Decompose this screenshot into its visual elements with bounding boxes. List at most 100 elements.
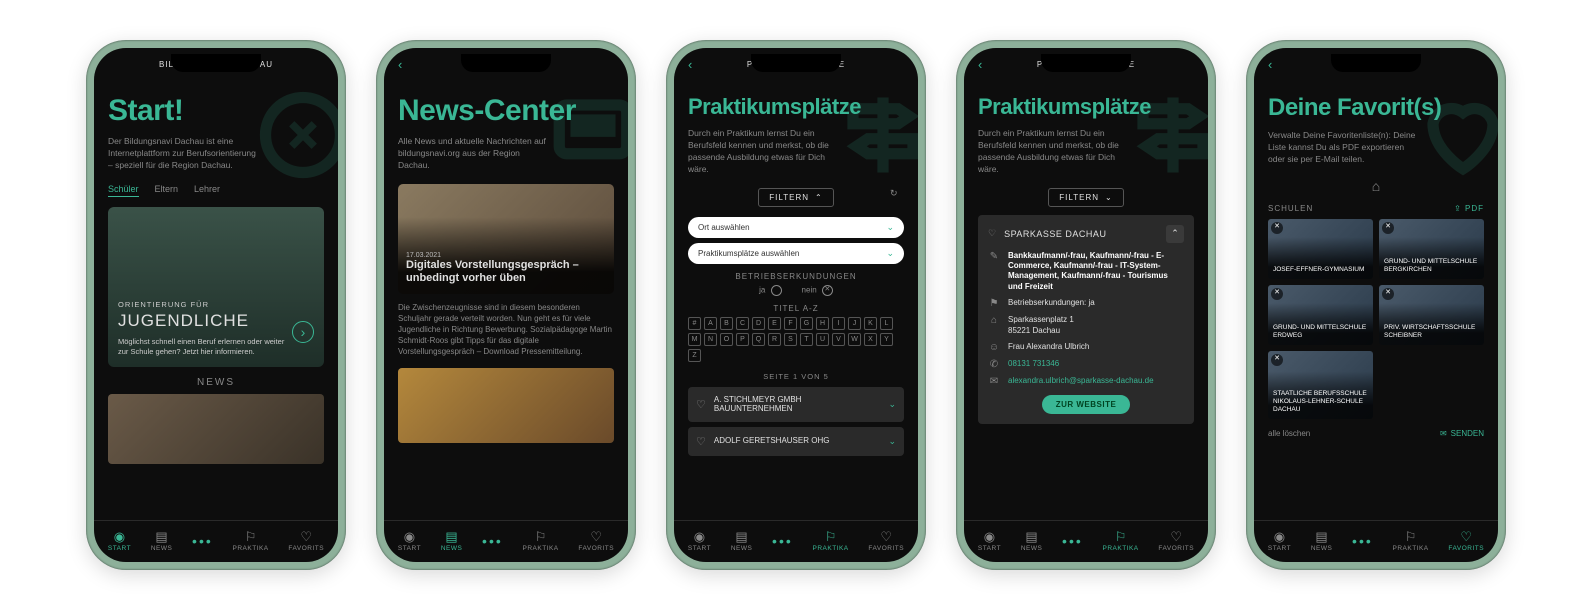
news-secondary-image[interactable]	[398, 368, 614, 443]
filter-toggle-button[interactable]: FILTERN ⌃	[758, 188, 833, 207]
detail-email[interactable]: ✉ alexandra.ulbrich@sparkasse-dachau.de	[988, 376, 1184, 387]
result-row[interactable]: ♡ ADOLF GERETSHAUSER OHG ⌄	[688, 427, 904, 456]
nav-praktika[interactable]: ⚐PRAKTIKA	[813, 529, 849, 552]
close-icon[interactable]: ✕	[1382, 288, 1394, 300]
radio-no[interactable]: nein	[802, 285, 833, 296]
alphabet-letter[interactable]: G	[800, 317, 813, 330]
favorite-card[interactable]: ✕ STAATLICHE BERUFSSCHULE NIKOLAUS-LEHNE…	[1268, 351, 1373, 419]
hero-card[interactable]: ORIENTIERUNG FÜR JUGENDLICHE Möglichst s…	[108, 207, 324, 367]
nav-start[interactable]: ◉START	[688, 529, 711, 552]
close-icon[interactable]: ✕	[1271, 222, 1283, 234]
alphabet-letter[interactable]: V	[832, 333, 845, 346]
nav-start[interactable]: ◉START	[978, 529, 1001, 552]
detail-address: ⌂ Sparkassenplatz 1 85221 Dachau	[988, 315, 1184, 336]
website-button[interactable]: ZUR WEBSITE	[1042, 395, 1131, 414]
back-button[interactable]: ‹	[1268, 57, 1273, 72]
alphabet-letter[interactable]: M	[688, 333, 701, 346]
heart-icon[interactable]: ♡	[988, 228, 996, 239]
select-location[interactable]: Ort auswählen ⌄	[688, 217, 904, 238]
favorite-card[interactable]: ✕ PRIV. WIRTSCHAFTSSCHULE SCHEIBNER	[1379, 285, 1484, 345]
tab-schueler[interactable]: Schüler	[108, 184, 139, 197]
alphabet-letter[interactable]: P	[736, 333, 749, 346]
chevron-down-icon[interactable]: ⌄	[888, 399, 896, 410]
alphabet-letter[interactable]: #	[688, 317, 701, 330]
detail-phone[interactable]: ✆ 08131 731346	[988, 359, 1184, 370]
chevron-down-icon[interactable]: ⌄	[888, 436, 896, 447]
tab-lehrer[interactable]: Lehrer	[194, 184, 220, 197]
alphabet-letter[interactable]: U	[816, 333, 829, 346]
nav-favorits[interactable]: ♡FAVORITS	[578, 529, 614, 552]
alphabet-letter[interactable]: I	[832, 317, 845, 330]
alphabet-letter[interactable]: Z	[688, 349, 701, 362]
nav-favorits[interactable]: ♡FAVORITS	[288, 529, 324, 552]
nav-more[interactable]: •••	[1062, 533, 1083, 549]
nav-start[interactable]: ◉START	[1268, 529, 1291, 552]
heart-icon[interactable]: ♡	[696, 435, 706, 448]
alphabet-letter[interactable]: L	[880, 317, 893, 330]
send-button[interactable]: ✉ SENDEN	[1440, 429, 1484, 438]
chevron-right-icon[interactable]: ›	[292, 321, 314, 343]
filter-toggle-button[interactable]: FILTERN ⌄	[1048, 188, 1123, 207]
nav-favorits[interactable]: ♡FAVORITS	[1448, 529, 1484, 552]
signpost-icon	[1128, 90, 1208, 180]
nav-praktika[interactable]: ⚐PRAKTIKA	[1393, 529, 1429, 552]
alphabet-letter[interactable]: K	[864, 317, 877, 330]
select-praktika[interactable]: Praktikumsplätze auswählen ⌄	[688, 243, 904, 264]
alphabet-letter[interactable]: S	[784, 333, 797, 346]
nav-praktika[interactable]: ⚐PRAKTIKA	[1103, 529, 1139, 552]
nav-start[interactable]: ◉START	[108, 529, 131, 552]
back-button[interactable]: ‹	[398, 57, 403, 72]
favorite-card[interactable]: ✕ GRUND- UND MITTELSCHULE ERDWEG	[1268, 285, 1373, 345]
collapse-button[interactable]: ⌃	[1166, 225, 1184, 243]
nav-news[interactable]: ▤NEWS	[151, 529, 173, 552]
close-icon[interactable]: ✕	[1271, 288, 1283, 300]
close-icon[interactable]: ✕	[1382, 222, 1394, 234]
favorite-card[interactable]: ✕ GRUND- UND MITTELSCHULE BERGKIRCHEN	[1379, 219, 1484, 279]
heart-icon[interactable]: ♡	[696, 398, 706, 411]
delete-all-button[interactable]: alle löschen	[1268, 429, 1310, 438]
radio-yes[interactable]: ja	[759, 285, 781, 296]
nav-more[interactable]: •••	[482, 533, 503, 549]
home-icon[interactable]: ⌂	[1268, 178, 1484, 194]
back-button[interactable]: ‹	[688, 57, 693, 72]
nav-news[interactable]: ▤NEWS	[1311, 529, 1333, 552]
alphabet-letter[interactable]: Y	[880, 333, 893, 346]
close-icon[interactable]: ✕	[1271, 354, 1283, 366]
alphabet-letter[interactable]: J	[848, 317, 861, 330]
refresh-icon[interactable]: ↻	[890, 188, 904, 202]
alphabet-letter[interactable]: B	[720, 317, 733, 330]
alphabet-letter[interactable]: O	[720, 333, 733, 346]
nav-praktika[interactable]: ⚐PRAKTIKA	[233, 529, 269, 552]
alphabet-letter[interactable]: W	[848, 333, 861, 346]
pager-text: SEITE 1 VON 5	[688, 372, 904, 381]
alphabet-letter[interactable]: R	[768, 333, 781, 346]
alphabet-letter[interactable]: A	[704, 317, 717, 330]
tab-eltern[interactable]: Eltern	[155, 184, 179, 197]
alphabet-letter[interactable]: E	[768, 317, 781, 330]
nav-favorits[interactable]: ♡FAVORITS	[1158, 529, 1194, 552]
nav-more[interactable]: •••	[192, 533, 213, 549]
alphabet-letter[interactable]: Q	[752, 333, 765, 346]
news-article-hero[interactable]: 17.03.2021 Digitales Vorstellungsgespräc…	[398, 184, 614, 294]
alphabet-letter[interactable]: D	[752, 317, 765, 330]
nav-news[interactable]: ▤NEWS	[1021, 529, 1043, 552]
nav-more[interactable]: •••	[1352, 533, 1373, 549]
alphabet-letter[interactable]: H	[816, 317, 829, 330]
nav-start[interactable]: ◉START	[398, 529, 421, 552]
alphabet-letter[interactable]: N	[704, 333, 717, 346]
alphabet-letter[interactable]: C	[736, 317, 749, 330]
alphabet-letter[interactable]: X	[864, 333, 877, 346]
result-row[interactable]: ♡ A. STICHLMEYR GMBH BAUUNTERNEHMEN ⌄	[688, 387, 904, 422]
news-preview-image[interactable]	[108, 394, 324, 464]
favorite-card[interactable]: ✕ JOSEF-EFFNER-GYMNASIUM	[1268, 219, 1373, 279]
nav-news[interactable]: ▤NEWS	[731, 529, 753, 552]
nav-praktika[interactable]: ⚐PRAKTIKA	[523, 529, 559, 552]
nav-more[interactable]: •••	[772, 533, 793, 549]
pdf-export-button[interactable]: ⇪ PDF	[1454, 204, 1484, 213]
nav-news[interactable]: ▤NEWS	[441, 529, 463, 552]
nav-favorits[interactable]: ♡FAVORITS	[868, 529, 904, 552]
alphabet-letter[interactable]: T	[800, 333, 813, 346]
back-button[interactable]: ‹	[978, 57, 983, 72]
alphabet-letter[interactable]: F	[784, 317, 797, 330]
email-text: alexandra.ulbrich@sparkasse-dachau.de	[1008, 376, 1154, 386]
